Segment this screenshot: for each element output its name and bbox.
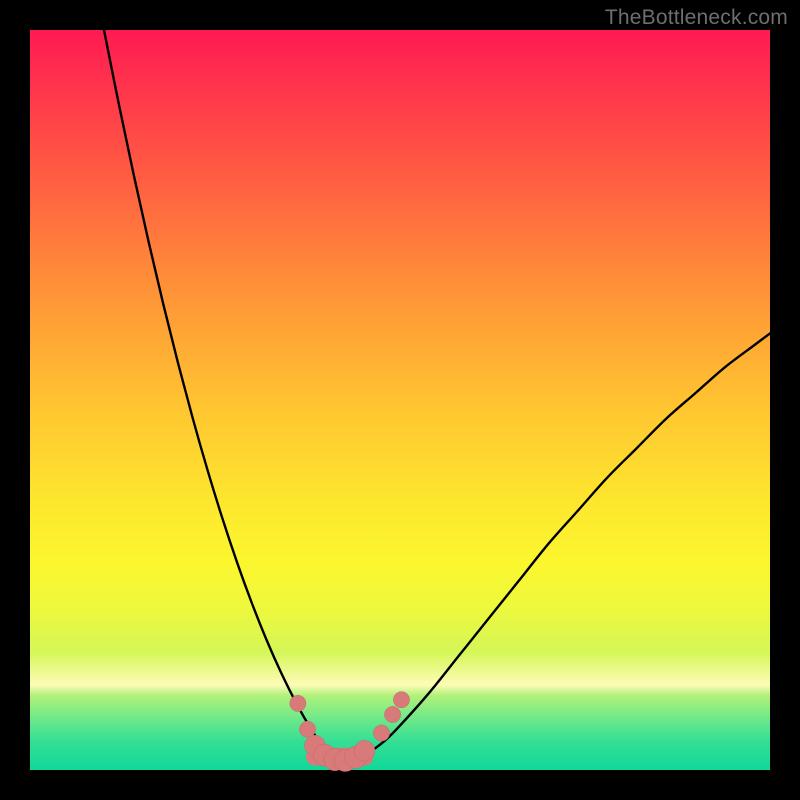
curve-marker	[299, 721, 315, 737]
curve-marker	[354, 740, 375, 761]
curve-left-branch	[104, 30, 333, 759]
chart-svg	[30, 30, 770, 770]
curve-marker	[393, 692, 409, 708]
curve-marker	[384, 706, 400, 722]
chart-frame: TheBottleneck.com	[0, 0, 800, 800]
curve-right-branch	[356, 333, 770, 759]
curve-marker	[373, 725, 389, 741]
chart-plot-area	[30, 30, 770, 770]
curve-marker	[290, 695, 306, 711]
watermark-text: TheBottleneck.com	[605, 6, 788, 30]
